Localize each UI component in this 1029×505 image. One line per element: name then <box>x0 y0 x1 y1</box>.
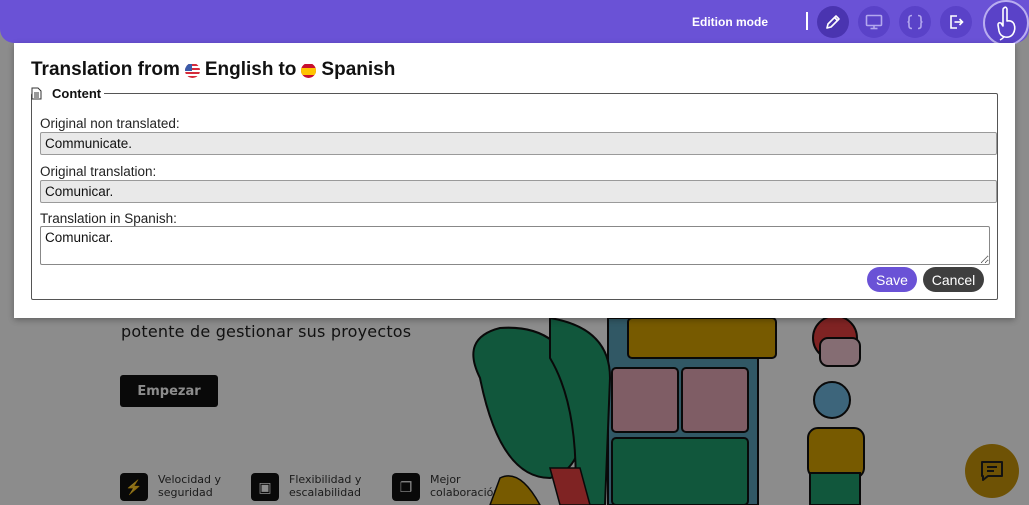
pointer-hand-icon <box>997 6 1016 41</box>
title-middle: to <box>278 59 297 80</box>
cancel-button[interactable]: Cancel <box>923 267 984 292</box>
preview-button[interactable] <box>858 6 890 38</box>
save-button[interactable]: Save <box>867 267 917 292</box>
original-translation-field: Comunicar. <box>40 180 997 203</box>
original-label: Original non translated: <box>40 116 180 131</box>
editor-toolbar: Edition mode <box>0 0 1029 46</box>
legend-label: Content <box>52 86 102 101</box>
spain-flag-icon <box>301 63 317 78</box>
exit-button[interactable] <box>940 6 972 38</box>
content-fieldset: Content Original non translated: Communi… <box>31 86 998 300</box>
toolbar-separator <box>806 12 808 30</box>
us-flag-icon <box>184 63 200 78</box>
pencil-icon <box>826 15 840 29</box>
translation-label: Translation in Spanish: <box>40 211 177 226</box>
title-prefix: Translation from <box>31 59 180 80</box>
translation-modal: Translation from English to Spanish Cont… <box>14 43 1015 318</box>
code-button[interactable] <box>899 6 931 38</box>
original-translation-label: Original translation: <box>40 164 157 179</box>
original-field: Communicate. <box>40 132 997 155</box>
logout-icon <box>950 15 964 29</box>
monitor-icon <box>865 14 883 30</box>
source-language: English <box>204 59 274 80</box>
modal-title: Translation from English to Spanish <box>31 59 395 81</box>
translation-textarea[interactable]: Comunicar. <box>40 226 990 265</box>
target-language: Spanish <box>321 59 396 80</box>
fieldset-legend: Content <box>31 86 103 101</box>
mode-label: Edition mode <box>692 15 768 29</box>
edit-button[interactable] <box>817 6 849 38</box>
document-icon <box>31 87 42 100</box>
code-braces-icon <box>907 14 923 30</box>
brand-button[interactable] <box>983 0 1029 46</box>
